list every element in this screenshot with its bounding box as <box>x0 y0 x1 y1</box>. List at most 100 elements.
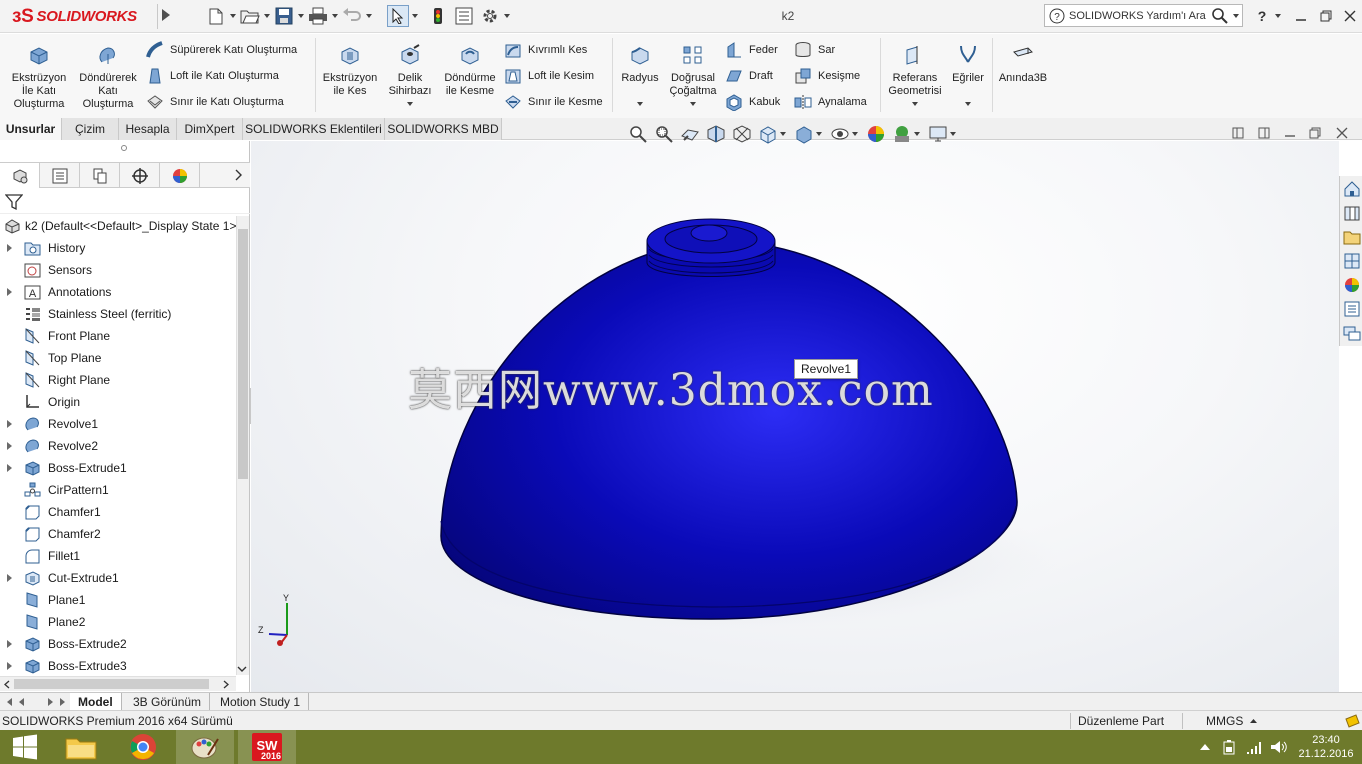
property-manager-tab-icon[interactable] <box>40 163 80 188</box>
open-folder-icon[interactable] <box>239 5 261 27</box>
solidworks-resources-icon[interactable] <box>1341 178 1362 200</box>
help-dropdown-caret[interactable] <box>1275 14 1281 18</box>
help-search-box[interactable]: ? SOLIDWORKS Yardım'ı Ara <box>1044 4 1243 27</box>
tree-item-cut-extrude1[interactable]: Cut-Extrude1 <box>0 567 236 589</box>
expand-arrow-icon[interactable] <box>7 464 12 472</box>
section-view-icon[interactable] <box>706 124 726 144</box>
zoom-to-fit-icon[interactable] <box>628 124 648 144</box>
print-dropdown-caret[interactable] <box>332 14 338 18</box>
tree-item-plane2[interactable]: Plane2 <box>0 611 236 633</box>
tree-vertical-scrollbar[interactable] <box>236 216 249 675</box>
dome-cap[interactable] <box>646 218 776 277</box>
zoom-to-area-icon[interactable] <box>654 124 674 144</box>
tree-item-stainless-steel-ferritic[interactable]: Stainless Steel (ferritic) <box>0 303 236 325</box>
open-dropdown-caret[interactable] <box>264 14 270 18</box>
tab-features[interactable]: Unsurlar <box>0 118 62 140</box>
chrome-taskbar-icon[interactable] <box>114 730 172 764</box>
extrude-boss-button[interactable]: Ekstrüzyon İle Katı Oluşturma <box>8 44 70 111</box>
paint-taskbar-icon[interactable] <box>176 730 234 764</box>
taskbar-clock[interactable]: 23:40 21.12.2016 <box>1296 733 1356 761</box>
tree-item-history[interactable]: History <box>0 237 236 259</box>
tree-item-chamfer2[interactable]: Chamfer2 <box>0 523 236 545</box>
minimize-window-icon[interactable] <box>1291 6 1311 26</box>
tree-item-plane1[interactable]: Plane1 <box>0 589 236 611</box>
tab-evaluate[interactable]: Hesapla <box>119 118 177 140</box>
expand-arrow-icon[interactable] <box>7 420 12 428</box>
hole-wizard-button[interactable]: Delik Sihirbazı <box>384 44 436 98</box>
rebuild-traffic-light-icon[interactable] <box>427 5 449 27</box>
linear-pattern-button[interactable]: Doğrusal Çoğaltma <box>665 44 721 98</box>
close-window-icon[interactable] <box>1340 6 1360 26</box>
boundary-boss-button[interactable]: Sınır ile Katı Oluşturma <box>146 92 284 112</box>
tree-item-fillet1[interactable]: Fillet1 <box>0 545 236 567</box>
reference-geometry-button[interactable]: Referans Geometrisi <box>885 44 945 98</box>
dynamic-annotation-view-icon[interactable] <box>732 124 752 144</box>
new-dropdown-caret[interactable] <box>230 14 236 18</box>
units-up-caret-icon[interactable] <box>1250 718 1257 723</box>
tab-motion-study[interactable]: Motion Study 1 <box>212 693 310 711</box>
expand-arrow-icon[interactable] <box>7 288 12 296</box>
doc-minimize-icon[interactable] <box>1284 127 1296 142</box>
dome-body[interactable] <box>440 240 1018 620</box>
battery-icon[interactable] <box>1222 739 1238 755</box>
view-orientation-dropdown-caret[interactable] <box>780 132 786 136</box>
tab-sketch[interactable]: Çizim <box>62 118 119 140</box>
windows-start-icon[interactable] <box>0 730 50 764</box>
tree-item-origin[interactable]: Origin <box>0 391 236 413</box>
tree-item-annotations[interactable]: A Annotations <box>0 281 236 303</box>
restore-window-icon[interactable] <box>1316 6 1336 26</box>
file-properties-icon[interactable] <box>453 5 475 27</box>
search-dropdown-caret[interactable] <box>1233 13 1239 18</box>
tab-mbd[interactable]: SOLIDWORKS MBD <box>385 118 502 140</box>
doc-tile-left-icon[interactable] <box>1232 127 1244 142</box>
scroll-left-arrow-icon[interactable] <box>3 680 11 689</box>
feature-manager-tab-icon[interactable] <box>0 163 40 188</box>
tab-model[interactable]: Model <box>70 693 122 711</box>
mirror-button[interactable]: Aynalama <box>794 92 867 112</box>
options-gear-icon[interactable] <box>479 5 501 27</box>
tree-item-boss-extrude3[interactable]: Boss-Extrude3 <box>0 655 236 677</box>
configuration-manager-tab-icon[interactable] <box>80 163 120 188</box>
expand-arrow-icon[interactable] <box>7 442 12 450</box>
view-orientation-icon[interactable] <box>758 124 778 144</box>
display-style-dropdown-caret[interactable] <box>816 132 822 136</box>
pane-grip-handle[interactable] <box>121 145 127 151</box>
expand-arrow-icon[interactable] <box>7 574 12 582</box>
wrap-button[interactable]: Sar <box>794 40 835 60</box>
curves-dropdown-caret[interactable] <box>965 102 971 106</box>
tray-overflow-caret-icon[interactable] <box>1200 743 1210 751</box>
display-style-icon[interactable] <box>794 124 814 144</box>
instant3d-button[interactable]: Anında3B <box>996 44 1050 85</box>
expand-arrow-icon[interactable] <box>7 244 12 252</box>
scroll-right-arrow-icon[interactable] <box>222 680 230 689</box>
sweep-button[interactable]: Süpürerek Katı Oluşturma <box>146 40 297 60</box>
loft-button[interactable]: Loft ile Katı Oluşturma <box>146 66 279 86</box>
view-settings-dropdown-caret[interactable] <box>950 132 956 136</box>
hide-show-items-icon[interactable] <box>830 124 850 144</box>
design-library-icon[interactable] <box>1341 202 1362 224</box>
tree-item-boss-extrude2[interactable]: Boss-Extrude2 <box>0 633 236 655</box>
undo-dropdown-caret[interactable] <box>366 14 372 18</box>
doc-restore-icon[interactable] <box>1309 127 1321 142</box>
tree-item-chamfer1[interactable]: Chamfer1 <box>0 501 236 523</box>
solidworks-taskbar-icon[interactable]: SW 2016 <box>238 730 296 764</box>
expand-arrow-icon[interactable] <box>7 640 12 648</box>
apply-scene-icon[interactable] <box>892 124 912 144</box>
hide-show-dropdown-caret[interactable] <box>852 132 858 136</box>
options-dropdown-caret[interactable] <box>504 14 510 18</box>
boundary-cut-button[interactable]: Sınır ile Kesme <box>504 92 603 112</box>
apply-scene-dropdown-caret[interactable] <box>914 132 920 136</box>
tree-item-front-plane[interactable]: Front Plane <box>0 325 236 347</box>
dimxpert-manager-tab-icon[interactable] <box>120 163 160 188</box>
intersect-button[interactable]: Kesişme <box>794 66 860 86</box>
tab-3d-view[interactable]: 3B Görünüm <box>125 693 211 711</box>
shell-button[interactable]: Kabuk <box>725 92 780 112</box>
hole-wizard-dropdown-caret[interactable] <box>407 102 413 106</box>
menu-expand-arrow-icon[interactable] <box>162 9 170 21</box>
revolve-boss-button[interactable]: Döndürerek Katı Oluşturma <box>76 44 140 111</box>
linear-pattern-dropdown-caret[interactable] <box>690 102 696 106</box>
filter-funnel-icon[interactable] <box>4 193 24 214</box>
expand-arrow-icon[interactable] <box>7 662 12 670</box>
revolve-cut-button[interactable]: Döndürme ile Kesme <box>440 44 500 98</box>
tab-dimxpert[interactable]: DimXpert <box>177 118 243 140</box>
